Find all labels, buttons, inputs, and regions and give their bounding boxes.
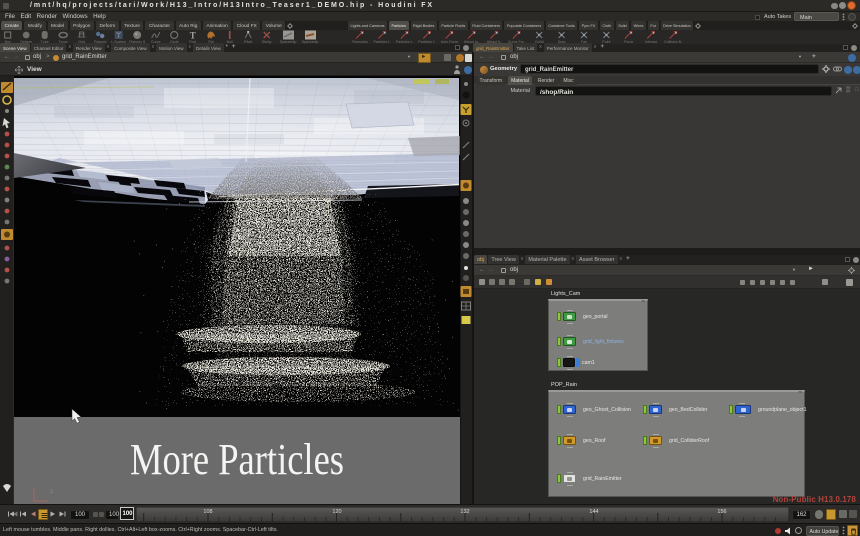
svg-text:120: 120: [332, 509, 341, 515]
svg-text:T: T: [190, 31, 196, 41]
svg-text:132: 132: [460, 509, 469, 515]
svg-text:108: 108: [203, 509, 212, 515]
svg-text:144: 144: [589, 509, 598, 515]
svg-text:1: 1: [50, 489, 54, 495]
svg-text:156: 156: [717, 509, 726, 515]
